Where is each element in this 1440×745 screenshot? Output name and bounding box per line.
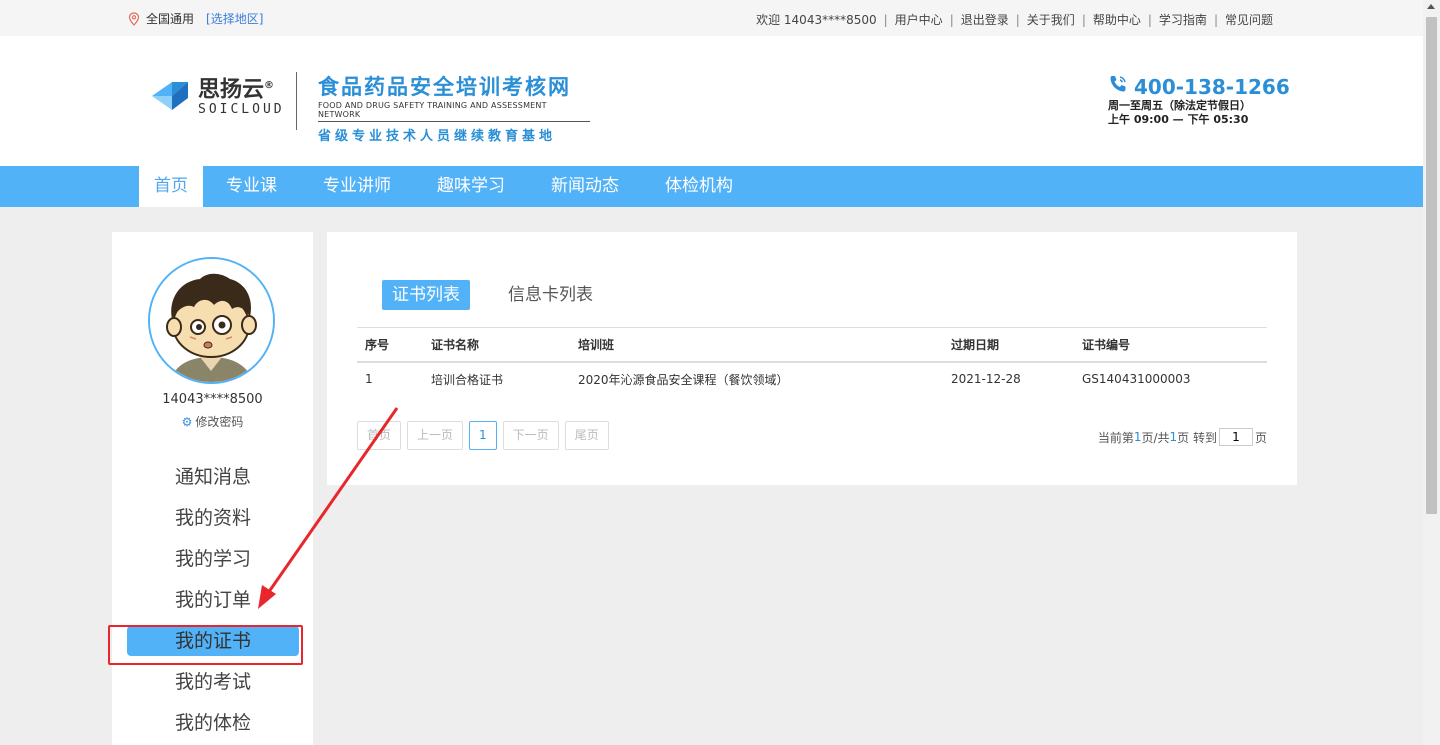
nav-courses[interactable]: 专业课: [203, 166, 300, 207]
location-pin-icon: [128, 11, 140, 26]
column-header: 证书编号: [1074, 327, 1267, 363]
cell-certificate-number: GS140431000003: [1082, 372, 1191, 386]
main-nav: 首页 专业课 专业讲师 趣味学习 新闻动态 体检机构: [0, 166, 1423, 207]
logo-mark-icon: [150, 76, 190, 116]
certificate-table: 序号 证书名称 培训班 过期日期 证书编号 1 培训合格证书 2020年沁源食品…: [357, 327, 1267, 396]
page-info-current: 1: [1133, 430, 1142, 444]
username: 14043****8500: [162, 392, 263, 407]
site-header: 思扬云® SOICLOUD 食品药品安全培训考核网 FOOD AND DRUG …: [0, 36, 1423, 166]
vertical-scrollbar[interactable]: [1423, 0, 1440, 745]
tab-certificate-list[interactable]: 证书列表: [382, 280, 470, 310]
nav-news[interactable]: 新闻动态: [528, 166, 642, 207]
page-number-button[interactable]: 1: [469, 421, 497, 450]
select-region-link[interactable]: [选择地区]: [206, 10, 263, 27]
service-hours: 上午 09:00 — 下午 05:30: [1108, 113, 1249, 126]
separator: |: [1081, 12, 1086, 27]
cartoon-avatar-icon: [150, 259, 273, 382]
table-row[interactable]: 1 培训合格证书 2020年沁源食品安全课程（餐饮领域） 2021-12-28 …: [357, 362, 1267, 396]
separator: |: [1213, 12, 1218, 27]
brand-logo[interactable]: 思扬云® SOICLOUD: [150, 74, 285, 117]
separator: |: [949, 12, 954, 27]
top-bar: 全国通用 [选择地区] 欢迎 14043****8500 | 用户中心 | 退出…: [0, 0, 1423, 36]
hotline-number: 400-138-1266: [1134, 74, 1290, 99]
menu-my-learning[interactable]: 我的学习: [127, 544, 299, 574]
page-info-total: 1: [1169, 430, 1178, 444]
column-header: 序号: [357, 327, 423, 363]
study-guide-link[interactable]: 学习指南: [1159, 11, 1207, 28]
current-location: 全国通用: [146, 12, 195, 26]
page-info: 当前第1页/共1页 转到 页: [1098, 428, 1267, 446]
user-sidebar: 14043****8500 ⚙ 修改密码 通知消息 我的资料 我的学习 我的订单 …: [112, 232, 313, 745]
goto-page-input[interactable]: [1218, 428, 1253, 446]
menu-notifications[interactable]: 通知消息: [127, 462, 299, 492]
phone-icon: [1108, 74, 1128, 99]
logo-text-cn: 思扬云: [198, 77, 265, 103]
site-title-block: 食品药品安全培训考核网 FOOD AND DRUG SAFETY TRAININ…: [318, 74, 590, 144]
site-title: 食品药品安全培训考核网: [318, 75, 571, 99]
page-info-prefix: 当前第: [1097, 430, 1134, 445]
column-header: 证书名称: [423, 327, 570, 363]
hotline: 400-138-1266: [1108, 74, 1290, 99]
menu-my-profile[interactable]: 我的资料: [127, 503, 299, 533]
separator: |: [1147, 12, 1152, 27]
cell-certificate-name: 培训合格证书: [431, 372, 504, 387]
page-unit: 页: [1254, 430, 1267, 445]
cell-expiry-date: 2021-12-28: [951, 372, 1021, 386]
panel-tabs: 证书列表 信息卡列表: [382, 280, 603, 310]
scroll-thumb[interactable]: [1426, 17, 1437, 514]
nav-fun-learning[interactable]: 趣味学习: [414, 166, 528, 207]
user-center-link[interactable]: 用户中心: [895, 11, 943, 28]
top-links: 欢迎 14043****8500 | 用户中心 | 退出登录 | 关于我们 | …: [756, 11, 1273, 28]
site-title-en: FOOD AND DRUG SAFETY TRAINING AND ASSESS…: [318, 101, 590, 122]
logo-text-en: SOICLOUD: [198, 102, 285, 118]
nav-health-check[interactable]: 体检机构: [642, 166, 756, 207]
logout-link[interactable]: 退出登录: [961, 11, 1009, 28]
table-header-row: 序号 证书名称 培训班 过期日期 证书编号: [357, 327, 1267, 363]
certificate-panel: 证书列表 信息卡列表 序号 证书名称 培训班 过期日期 证书编号 1 培训合格证…: [327, 232, 1297, 485]
page-info-mid: 页/共: [1141, 430, 1170, 445]
last-page-button[interactable]: 尾页: [564, 421, 609, 450]
location-area: 全国通用 [选择地区]: [128, 10, 263, 27]
service-days: 周一至周五（除法定节假日）: [1108, 99, 1251, 112]
about-link[interactable]: 关于我们: [1027, 11, 1075, 28]
column-header: 培训班: [570, 327, 943, 363]
cell-index: 1: [365, 372, 373, 386]
welcome-text: 欢迎 14043****8500: [756, 13, 877, 27]
faq-link[interactable]: 常见问题: [1225, 11, 1273, 28]
next-page-button[interactable]: 下一页: [502, 421, 559, 450]
scroll-up-icon[interactable]: [1427, 4, 1435, 9]
cell-training-class: 2020年沁源食品安全课程（餐饮领域）: [578, 372, 789, 387]
site-subtitle: 省级专业技术人员继续教育基地: [318, 129, 557, 144]
menu-my-health-check[interactable]: 我的体检: [127, 708, 299, 738]
prev-page-button[interactable]: 上一页: [407, 421, 464, 450]
first-page-button[interactable]: 首页: [357, 421, 402, 450]
separator: |: [883, 12, 888, 27]
nav-lecturers[interactable]: 专业讲师: [300, 166, 414, 207]
help-link[interactable]: 帮助中心: [1093, 11, 1141, 28]
pagination: 首页 上一页 1 下一页 尾页: [357, 421, 609, 450]
logo-divider: [296, 72, 297, 130]
menu-my-orders[interactable]: 我的订单: [127, 585, 299, 615]
page-info-suffix: 页 转到: [1177, 430, 1217, 445]
annotation-highlight-box: [108, 625, 303, 665]
tab-info-card-list[interactable]: 信息卡列表: [498, 280, 603, 310]
nav-home[interactable]: 首页: [139, 166, 203, 207]
change-password-label: 修改密码: [195, 415, 244, 429]
contact-block: 400-138-1266 周一至周五（除法定节假日） 上午 09:00 — 下午…: [1108, 74, 1290, 127]
avatar[interactable]: [148, 257, 275, 384]
gear-icon: ⚙: [181, 415, 193, 429]
column-header: 过期日期: [943, 327, 1074, 363]
menu-my-exams[interactable]: 我的考试: [127, 667, 299, 697]
registered-mark: ®: [264, 80, 275, 91]
separator: |: [1015, 12, 1020, 27]
change-password-link[interactable]: ⚙ 修改密码: [112, 413, 313, 430]
user-menu: 通知消息 我的资料 我的学习 我的订单 我的证书 我的考试 我的体检: [112, 462, 313, 745]
